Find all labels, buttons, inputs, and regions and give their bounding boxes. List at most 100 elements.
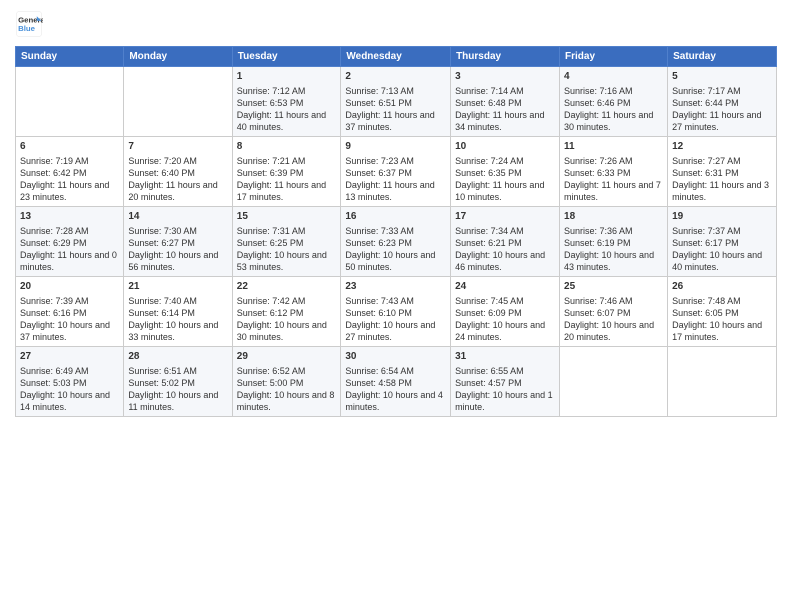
day-number: 21 (128, 280, 227, 294)
day-info: Sunrise: 7:33 AM Sunset: 6:23 PM Dayligh… (345, 225, 446, 274)
day-number: 16 (345, 210, 446, 224)
weekday-header-cell: Friday (560, 47, 668, 67)
calendar-day-cell: 26Sunrise: 7:48 AM Sunset: 6:05 PM Dayli… (668, 277, 777, 347)
day-number: 11 (564, 140, 663, 154)
calendar-day-cell: 31Sunrise: 6:55 AM Sunset: 4:57 PM Dayli… (451, 347, 560, 417)
day-number: 7 (128, 140, 227, 154)
calendar-day-cell: 22Sunrise: 7:42 AM Sunset: 6:12 PM Dayli… (232, 277, 341, 347)
day-number: 3 (455, 70, 555, 84)
weekday-header-cell: Saturday (668, 47, 777, 67)
day-number: 2 (345, 70, 446, 84)
day-info: Sunrise: 7:46 AM Sunset: 6:07 PM Dayligh… (564, 295, 663, 344)
day-number: 12 (672, 140, 772, 154)
weekday-header-cell: Wednesday (341, 47, 451, 67)
calendar-day-cell: 12Sunrise: 7:27 AM Sunset: 6:31 PM Dayli… (668, 137, 777, 207)
day-info: Sunrise: 6:49 AM Sunset: 5:03 PM Dayligh… (20, 365, 119, 414)
calendar-week-row: 13Sunrise: 7:28 AM Sunset: 6:29 PM Dayli… (16, 207, 777, 277)
day-number: 31 (455, 350, 555, 364)
day-number: 22 (237, 280, 337, 294)
calendar-day-cell: 20Sunrise: 7:39 AM Sunset: 6:16 PM Dayli… (16, 277, 124, 347)
day-info: Sunrise: 7:27 AM Sunset: 6:31 PM Dayligh… (672, 155, 772, 204)
calendar-day-cell: 14Sunrise: 7:30 AM Sunset: 6:27 PM Dayli… (124, 207, 232, 277)
day-info: Sunrise: 7:20 AM Sunset: 6:40 PM Dayligh… (128, 155, 227, 204)
day-number: 13 (20, 210, 119, 224)
day-number: 25 (564, 280, 663, 294)
day-number: 15 (237, 210, 337, 224)
day-info: Sunrise: 7:43 AM Sunset: 6:10 PM Dayligh… (345, 295, 446, 344)
calendar-day-cell: 4Sunrise: 7:16 AM Sunset: 6:46 PM Daylig… (560, 67, 668, 137)
calendar-body: 1Sunrise: 7:12 AM Sunset: 6:53 PM Daylig… (16, 67, 777, 417)
logo: General Blue (15, 10, 43, 38)
day-number: 6 (20, 140, 119, 154)
day-info: Sunrise: 7:40 AM Sunset: 6:14 PM Dayligh… (128, 295, 227, 344)
calendar-day-cell: 18Sunrise: 7:36 AM Sunset: 6:19 PM Dayli… (560, 207, 668, 277)
calendar-day-cell: 17Sunrise: 7:34 AM Sunset: 6:21 PM Dayli… (451, 207, 560, 277)
calendar-day-cell: 1Sunrise: 7:12 AM Sunset: 6:53 PM Daylig… (232, 67, 341, 137)
day-number: 18 (564, 210, 663, 224)
day-number: 30 (345, 350, 446, 364)
day-info: Sunrise: 7:28 AM Sunset: 6:29 PM Dayligh… (20, 225, 119, 274)
svg-text:Blue: Blue (18, 24, 36, 33)
day-info: Sunrise: 7:26 AM Sunset: 6:33 PM Dayligh… (564, 155, 663, 204)
day-number: 28 (128, 350, 227, 364)
day-info: Sunrise: 7:14 AM Sunset: 6:48 PM Dayligh… (455, 85, 555, 134)
calendar-day-cell: 24Sunrise: 7:45 AM Sunset: 6:09 PM Dayli… (451, 277, 560, 347)
day-number: 26 (672, 280, 772, 294)
calendar-day-cell: 16Sunrise: 7:33 AM Sunset: 6:23 PM Dayli… (341, 207, 451, 277)
day-number: 5 (672, 70, 772, 84)
day-number: 27 (20, 350, 119, 364)
calendar-day-cell: 28Sunrise: 6:51 AM Sunset: 5:02 PM Dayli… (124, 347, 232, 417)
day-info: Sunrise: 7:23 AM Sunset: 6:37 PM Dayligh… (345, 155, 446, 204)
page-header: General Blue (15, 10, 777, 38)
day-info: Sunrise: 7:16 AM Sunset: 6:46 PM Dayligh… (564, 85, 663, 134)
calendar-day-cell: 5Sunrise: 7:17 AM Sunset: 6:44 PM Daylig… (668, 67, 777, 137)
calendar-day-cell: 7Sunrise: 7:20 AM Sunset: 6:40 PM Daylig… (124, 137, 232, 207)
calendar-day-cell: 30Sunrise: 6:54 AM Sunset: 4:58 PM Dayli… (341, 347, 451, 417)
day-number: 9 (345, 140, 446, 154)
calendar-day-cell: 9Sunrise: 7:23 AM Sunset: 6:37 PM Daylig… (341, 137, 451, 207)
calendar-day-cell (16, 67, 124, 137)
day-info: Sunrise: 7:31 AM Sunset: 6:25 PM Dayligh… (237, 225, 337, 274)
day-info: Sunrise: 7:36 AM Sunset: 6:19 PM Dayligh… (564, 225, 663, 274)
calendar-day-cell: 19Sunrise: 7:37 AM Sunset: 6:17 PM Dayli… (668, 207, 777, 277)
day-number: 10 (455, 140, 555, 154)
weekday-header-cell: Thursday (451, 47, 560, 67)
day-info: Sunrise: 7:30 AM Sunset: 6:27 PM Dayligh… (128, 225, 227, 274)
weekday-header-row: SundayMondayTuesdayWednesdayThursdayFrid… (16, 47, 777, 67)
day-info: Sunrise: 6:51 AM Sunset: 5:02 PM Dayligh… (128, 365, 227, 414)
calendar-day-cell: 6Sunrise: 7:19 AM Sunset: 6:42 PM Daylig… (16, 137, 124, 207)
day-info: Sunrise: 6:54 AM Sunset: 4:58 PM Dayligh… (345, 365, 446, 414)
day-number: 4 (564, 70, 663, 84)
day-number: 17 (455, 210, 555, 224)
calendar-table: SundayMondayTuesdayWednesdayThursdayFrid… (15, 46, 777, 417)
calendar-day-cell: 25Sunrise: 7:46 AM Sunset: 6:07 PM Dayli… (560, 277, 668, 347)
calendar-day-cell: 29Sunrise: 6:52 AM Sunset: 5:00 PM Dayli… (232, 347, 341, 417)
calendar-week-row: 6Sunrise: 7:19 AM Sunset: 6:42 PM Daylig… (16, 137, 777, 207)
day-number: 14 (128, 210, 227, 224)
day-number: 1 (237, 70, 337, 84)
calendar-week-row: 20Sunrise: 7:39 AM Sunset: 6:16 PM Dayli… (16, 277, 777, 347)
day-info: Sunrise: 7:34 AM Sunset: 6:21 PM Dayligh… (455, 225, 555, 274)
calendar-day-cell: 2Sunrise: 7:13 AM Sunset: 6:51 PM Daylig… (341, 67, 451, 137)
calendar-day-cell: 13Sunrise: 7:28 AM Sunset: 6:29 PM Dayli… (16, 207, 124, 277)
logo-icon: General Blue (15, 10, 43, 38)
day-info: Sunrise: 6:52 AM Sunset: 5:00 PM Dayligh… (237, 365, 337, 414)
day-info: Sunrise: 7:42 AM Sunset: 6:12 PM Dayligh… (237, 295, 337, 344)
day-info: Sunrise: 7:21 AM Sunset: 6:39 PM Dayligh… (237, 155, 337, 204)
day-number: 23 (345, 280, 446, 294)
day-info: Sunrise: 7:24 AM Sunset: 6:35 PM Dayligh… (455, 155, 555, 204)
calendar-day-cell: 15Sunrise: 7:31 AM Sunset: 6:25 PM Dayli… (232, 207, 341, 277)
day-number: 24 (455, 280, 555, 294)
weekday-header-cell: Tuesday (232, 47, 341, 67)
day-info: Sunrise: 7:45 AM Sunset: 6:09 PM Dayligh… (455, 295, 555, 344)
day-number: 29 (237, 350, 337, 364)
day-info: Sunrise: 7:17 AM Sunset: 6:44 PM Dayligh… (672, 85, 772, 134)
calendar-day-cell: 10Sunrise: 7:24 AM Sunset: 6:35 PM Dayli… (451, 137, 560, 207)
day-info: Sunrise: 7:13 AM Sunset: 6:51 PM Dayligh… (345, 85, 446, 134)
calendar-week-row: 1Sunrise: 7:12 AM Sunset: 6:53 PM Daylig… (16, 67, 777, 137)
calendar-day-cell: 21Sunrise: 7:40 AM Sunset: 6:14 PM Dayli… (124, 277, 232, 347)
weekday-header-cell: Monday (124, 47, 232, 67)
day-info: Sunrise: 7:12 AM Sunset: 6:53 PM Dayligh… (237, 85, 337, 134)
calendar-day-cell: 11Sunrise: 7:26 AM Sunset: 6:33 PM Dayli… (560, 137, 668, 207)
weekday-header-cell: Sunday (16, 47, 124, 67)
